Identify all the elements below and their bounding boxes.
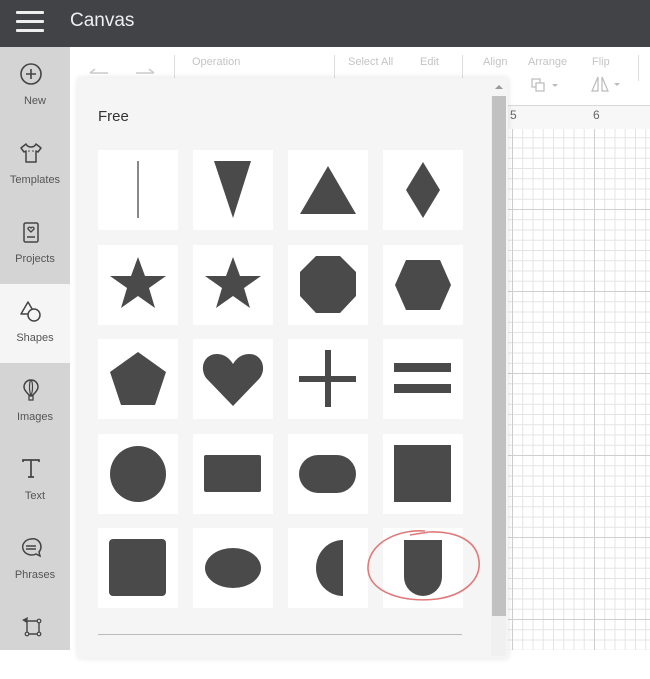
star-alt-shape-icon [205, 256, 261, 308]
scrollbar-thumb[interactable] [492, 96, 506, 616]
align-button[interactable]: Align [483, 56, 507, 68]
panel-divider [98, 634, 462, 635]
text-icon [22, 459, 40, 478]
sidebar-label: Projects [15, 253, 55, 265]
shapes-panel: Free [78, 78, 508, 658]
sidebar-item-images[interactable]: Images [0, 363, 70, 442]
triangle-shape-icon [300, 166, 356, 214]
shape-tile-triangle[interactable] [288, 150, 368, 230]
rectangle-shape-icon [204, 454, 261, 492]
design-canvas[interactable]: 5 6 [505, 105, 650, 650]
inverted-triangle-shape-icon [214, 161, 251, 218]
speech-bubble-icon [22, 538, 42, 558]
toolbar-divider [638, 55, 639, 81]
sidebar: New Templates Projects Shapes Images Tex… [0, 47, 70, 650]
half-circle-shape-icon [316, 540, 343, 596]
shapes-icon [20, 301, 41, 322]
undo-arrow-icon[interactable] [88, 65, 110, 77]
select-all-button[interactable]: Select All [348, 56, 393, 68]
edit-button[interactable]: Edit [420, 56, 439, 68]
oval-shape-icon [205, 548, 261, 588]
line-shape-icon [137, 161, 139, 218]
shape-tile-square[interactable] [383, 433, 463, 514]
shape-tile-equals[interactable] [383, 339, 463, 419]
shape-tile-pentagon[interactable] [98, 339, 178, 419]
shape-tile-oval[interactable] [193, 528, 273, 608]
rounded-rectangle-shape-icon [299, 454, 356, 493]
shape-tile-octagon[interactable] [288, 244, 368, 325]
plus-circle-icon [20, 63, 42, 85]
flip-icon[interactable] [590, 75, 624, 93]
section-title: Free [98, 108, 129, 125]
project-card-icon [23, 222, 39, 243]
shape-tile-hexagon[interactable] [383, 244, 463, 325]
canvas-grid[interactable] [505, 129, 650, 650]
shape-tile-plus[interactable] [288, 339, 368, 419]
arch-shape-icon [404, 540, 442, 596]
shape-tile-heart[interactable] [193, 339, 273, 419]
sidebar-label: New [23, 95, 46, 107]
shape-tile-diamond[interactable] [383, 150, 463, 230]
shape-tile-star[interactable] [98, 244, 178, 325]
shape-tile-rectangle[interactable] [193, 433, 273, 514]
shape-tile-rounded-rectangle[interactable] [288, 433, 368, 514]
rounded-square-shape-icon [109, 539, 166, 596]
hamburger-icon[interactable] [16, 11, 44, 33]
operation-label[interactable]: Operation [192, 56, 240, 68]
ruler-mark: 5 [510, 108, 517, 122]
sidebar-item-upload[interactable] [0, 600, 70, 679]
sidebar-label: Text [24, 490, 46, 502]
sidebar-item-phrases[interactable]: Phrases [0, 521, 70, 600]
app-title: Canvas [70, 10, 135, 31]
pentagon-shape-icon [110, 352, 166, 405]
shape-tile-half-circle[interactable] [288, 528, 368, 608]
arrange-icon[interactable] [530, 77, 564, 93]
shape-tile-star-alt[interactable] [193, 244, 273, 325]
shape-tile-line[interactable] [98, 150, 178, 230]
sidebar-item-text[interactable]: Text [0, 442, 70, 521]
octagon-shape-icon [300, 255, 356, 313]
tshirt-icon [20, 143, 42, 163]
sidebar-item-templates[interactable]: Templates [0, 126, 70, 205]
square-shape-icon [394, 444, 451, 502]
arrange-button[interactable]: Arrange [528, 56, 567, 68]
ruler-mark: 6 [593, 108, 600, 122]
sidebar-item-new[interactable]: New [0, 47, 70, 126]
heart-shape-icon [202, 354, 264, 406]
sidebar-item-projects[interactable]: Projects [0, 205, 70, 284]
redo-arrow-icon[interactable] [134, 65, 156, 77]
equals-shape-icon [394, 363, 451, 393]
circle-shape-icon [110, 445, 166, 502]
sidebar-label: Shapes [16, 332, 54, 344]
top-bar: Canvas [0, 0, 650, 47]
sidebar-item-shapes[interactable]: Shapes [0, 284, 70, 363]
shape-tile-circle[interactable] [98, 433, 178, 514]
scroll-up-arrow-icon[interactable] [492, 81, 506, 93]
horizontal-ruler: 5 6 [505, 105, 650, 129]
shape-tile-rounded-square[interactable] [98, 528, 178, 608]
sidebar-label: Images [16, 411, 54, 423]
upload-icon [22, 617, 42, 637]
shape-tile-inverted-triangle[interactable] [193, 150, 273, 230]
hot-air-balloon-icon [23, 379, 39, 401]
sidebar-label: Templates [9, 174, 61, 186]
sidebar-label: Phrases [14, 569, 56, 581]
diamond-shape-icon [406, 162, 440, 218]
hexagon-shape-icon [395, 259, 451, 310]
star-shape-icon [110, 256, 166, 308]
plus-shape-icon [299, 350, 356, 407]
shape-tile-arch[interactable] [383, 528, 463, 608]
flip-button[interactable]: Flip [592, 56, 610, 68]
